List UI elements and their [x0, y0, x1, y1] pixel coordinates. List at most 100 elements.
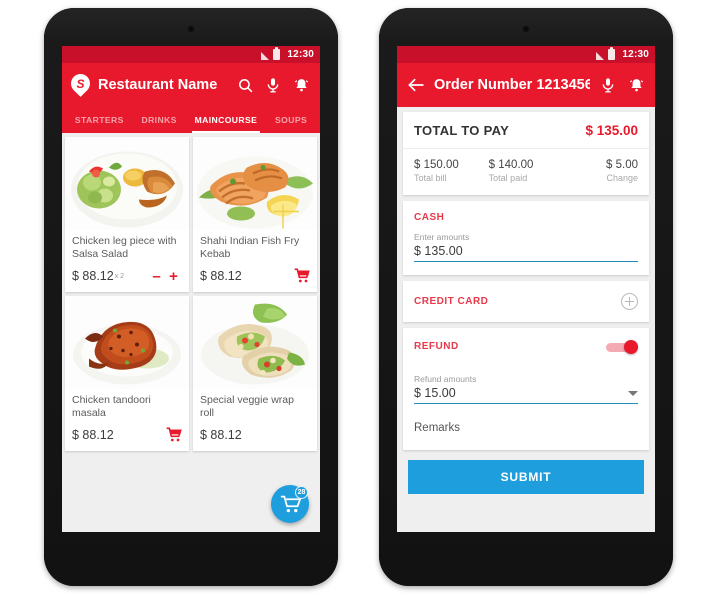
tandoori-chicken-photo	[65, 296, 189, 389]
cart-badge-count: 28	[295, 486, 308, 499]
status-icons: 12:30	[261, 47, 314, 60]
menu-item-card[interactable]: Shahi Indian Fish Fry Kebab $ 88.12	[193, 137, 317, 292]
menu-item-title: Shahi Indian Fish Fry Kebab	[200, 235, 300, 261]
add-to-cart-icon[interactable]	[166, 427, 182, 443]
restaurant-pin-logo-icon: S	[67, 69, 94, 97]
menu-item-price: $ 88.12	[72, 428, 114, 442]
menu-item-body: Chicken tandoori masala $ 88.12	[65, 389, 189, 451]
refund-panel: REFUND Refund amounts $ 15.00 Remarks	[403, 328, 649, 450]
add-to-cart-icon[interactable]	[294, 268, 310, 284]
cash-amount-field[interactable]: Enter amounts $ 135.00	[403, 223, 649, 266]
phone-body-right: 12:30 Order Number 1213456 TOTAL TO PAY …	[379, 8, 673, 586]
decrease-quantity-button[interactable]: –	[148, 269, 165, 284]
menu-screen: 12:30 S Restaurant Name STARTERS DRINKS …	[62, 46, 320, 532]
tab-label: SOUPS	[275, 115, 308, 125]
menu-item-footer: $ 88.12 x 2 – +	[72, 266, 182, 286]
menu-item-footer: $ 88.12	[72, 425, 182, 445]
status-time: 12:30	[622, 49, 649, 60]
cart-floating-action-button[interactable]: 28	[271, 485, 309, 523]
tab-label: DRINKS	[141, 115, 177, 125]
increase-quantity-button[interactable]: +	[165, 269, 182, 284]
menu-item-footer: $ 88.12	[200, 425, 310, 445]
status-bar-menu: 12:30	[62, 46, 320, 63]
menu-items-area: Chicken leg piece with Salsa Salad $ 88.…	[62, 133, 320, 532]
total-paid-amount: $ 140.00	[488, 159, 534, 171]
plus-circle-icon[interactable]	[621, 293, 638, 310]
change-caption: Change	[606, 173, 639, 183]
menu-item-price: $ 88.12	[200, 428, 242, 442]
dual-phone-mockup: 12:30 S Restaurant Name STARTERS DRINKS …	[0, 0, 725, 595]
order-title: Order Number 1213456	[434, 77, 590, 93]
refund-amount-field[interactable]: Refund amounts $ 15.00	[403, 365, 649, 408]
menu-item-card[interactable]: Chicken leg piece with Salsa Salad $ 88.…	[65, 137, 189, 292]
total-to-pay-row: TOTAL TO PAY $ 135.00	[403, 112, 649, 149]
refund-field-label: Refund amounts	[414, 374, 477, 384]
refund-toggle-switch[interactable]	[606, 340, 638, 354]
submit-button[interactable]: SUBMIT	[408, 460, 644, 494]
phone-menu: 12:30 S Restaurant Name STARTERS DRINKS …	[44, 8, 338, 586]
tab-maincourse[interactable]: MAINCOURSE	[186, 107, 266, 133]
page-title: Restaurant Name	[98, 77, 218, 93]
tab-starters[interactable]: STARTERS	[66, 107, 133, 133]
payment-form: TOTAL TO PAY $ 135.00 $ 150.00 Total bil…	[397, 107, 655, 532]
payment-screen: 12:30 Order Number 1213456 TOTAL TO PAY …	[397, 46, 655, 532]
tab-label: MAINCOURSE	[194, 115, 258, 125]
change-cell: $ 5.00 Change	[563, 159, 638, 183]
battery-icon	[608, 47, 616, 60]
category-tabs: STARTERS DRINKS MAINCOURSE SOUPS	[62, 107, 320, 133]
menu-item-footer: $ 88.12	[200, 266, 310, 286]
menu-item-card[interactable]: Chicken tandoori masala $ 88.12	[65, 296, 189, 451]
microphone-icon[interactable]	[598, 75, 618, 95]
menu-item-quantity: x 2	[114, 272, 125, 280]
refund-heading: REFUND	[414, 341, 459, 352]
refund-row: REFUND	[403, 328, 649, 365]
status-time: 12:30	[287, 49, 314, 60]
microphone-icon[interactable]	[263, 75, 283, 95]
total-bill-caption: Total bill	[414, 173, 447, 183]
menu-item-price: $ 88.12	[72, 269, 114, 283]
notification-bell-icon[interactable]	[626, 75, 646, 95]
notification-bell-icon[interactable]	[291, 75, 311, 95]
signal-icon	[596, 51, 605, 60]
status-bar-payment: 12:30	[397, 46, 655, 63]
menu-item-title: Chicken leg piece with Salsa Salad	[72, 235, 177, 261]
tab-label: STARTERS	[74, 115, 124, 125]
total-panel: TOTAL TO PAY $ 135.00 $ 150.00 Total bil…	[403, 112, 649, 195]
phone-body-left: 12:30 S Restaurant Name STARTERS DRINKS …	[44, 8, 338, 586]
front-camera-icon	[187, 25, 195, 33]
cash-heading: CASH	[414, 212, 445, 223]
refund-field-value: $ 15.00	[414, 386, 456, 400]
totals-breakdown: $ 150.00 Total bill $ 140.00 Total paid …	[403, 149, 649, 195]
menu-item-price: $ 88.12	[200, 269, 242, 283]
credit-card-row: CREDIT CARD	[403, 281, 649, 322]
app-bar-menu: S Restaurant Name	[62, 63, 320, 107]
phone-payment: 12:30 Order Number 1213456 TOTAL TO PAY …	[379, 8, 673, 586]
total-bill-amount: $ 150.00	[414, 159, 459, 171]
menu-item-body: Chicken leg piece with Salsa Salad $ 88.…	[65, 230, 189, 292]
app-bar-payment: Order Number 1213456	[397, 63, 655, 107]
change-amount: $ 5.00	[606, 159, 639, 171]
credit-card-heading: CREDIT CARD	[414, 296, 489, 307]
cash-field-value[interactable]: $ 135.00	[414, 244, 638, 262]
chicken-with-salsa-salad-photo	[65, 137, 189, 230]
menu-item-body: Shahi Indian Fish Fry Kebab $ 88.12	[193, 230, 317, 292]
tab-drinks[interactable]: DRINKS	[133, 107, 186, 133]
remarks-input[interactable]: Remarks	[403, 408, 649, 450]
menu-item-body: Special veggie wrap roll $ 88.12	[193, 389, 317, 451]
back-arrow-icon[interactable]	[406, 75, 426, 95]
grilled-fish-with-lemon-photo	[193, 137, 317, 230]
cash-field-label: Enter amounts	[414, 232, 470, 242]
menu-item-title: Chicken tandoori masala	[72, 394, 151, 420]
veggie-wrap-roll-photo	[193, 296, 317, 389]
search-icon[interactable]	[235, 75, 255, 95]
total-paid-caption: Total paid	[488, 173, 528, 183]
battery-icon	[273, 47, 281, 60]
tab-soups[interactable]: SOUPS	[266, 107, 316, 133]
credit-card-panel[interactable]: CREDIT CARD	[403, 281, 649, 322]
refund-field-value-row[interactable]: $ 15.00	[414, 386, 638, 404]
chevron-down-icon[interactable]	[628, 390, 638, 396]
menu-grid: Chicken leg piece with Salsa Salad $ 88.…	[65, 137, 317, 451]
total-bill-cell: $ 150.00 Total bill	[414, 159, 489, 183]
menu-item-card[interactable]: Special veggie wrap roll $ 88.12	[193, 296, 317, 451]
logo-letter: S	[76, 77, 85, 91]
